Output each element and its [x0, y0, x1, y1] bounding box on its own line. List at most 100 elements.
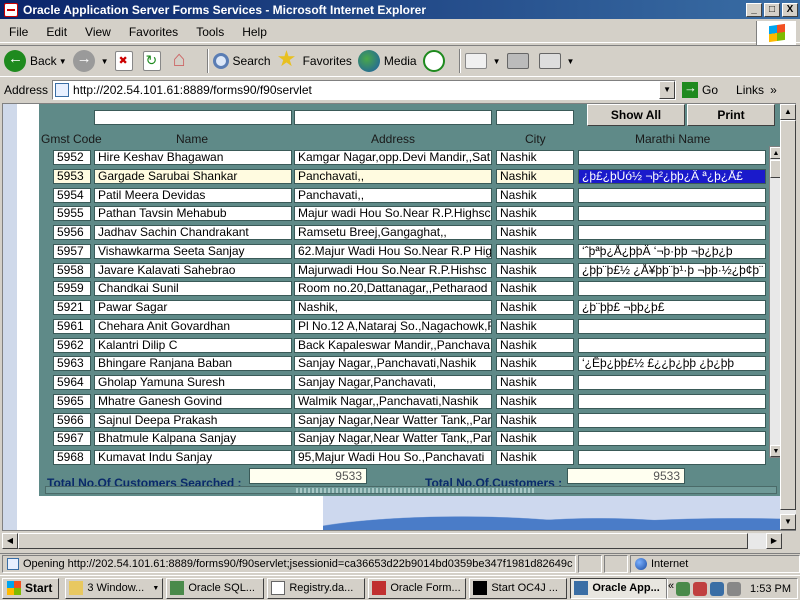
window-vscroll-thumb[interactable] — [780, 120, 796, 510]
scroll-grip[interactable] — [296, 488, 536, 493]
marathi-name-cell[interactable]: ¿þ£¿þÚó½ ¬þ²¿þþ¿Ä ª¿þ¿Å£ — [578, 168, 766, 184]
address-cell[interactable]: Sanjay Nagar,Near Watter Tank,,Par — [294, 431, 492, 447]
table-row[interactable]: 5921 Pawar Sagar Nashik, Nashik ¿þ¨þþ£ ¬þþ¿þ… — [39, 298, 769, 317]
window-scroll-down-icon[interactable]: ▼ — [780, 514, 796, 530]
gmst-code-cell[interactable]: 5965 — [53, 393, 91, 409]
mail-dropdown-icon[interactable]: ▼ — [493, 57, 501, 66]
city-cell[interactable]: Nashik — [496, 393, 574, 409]
table-row[interactable]: 5952 Hire Keshav Bhagawan Kamgar Nagar,opp… — [39, 148, 769, 167]
marathi-name-cell[interactable] — [578, 187, 766, 203]
favorites-button[interactable]: Favorites — [277, 46, 352, 72]
links-chevron-icon[interactable]: » — [770, 83, 777, 97]
menu-view[interactable]: View — [76, 25, 120, 39]
address-cell[interactable]: Nashik, — [294, 300, 492, 315]
print-button[interactable]: Print — [687, 104, 775, 126]
name-cell[interactable]: Chandkai Sunil — [94, 281, 292, 297]
address-url[interactable]: http://202.54.101.61:8889/forms90/f90ser… — [73, 83, 659, 97]
edit-dropdown-icon[interactable]: ▼ — [567, 57, 575, 66]
name-search-input[interactable] — [94, 110, 292, 125]
name-cell[interactable]: Gargade Sarubai Shankar — [94, 168, 292, 184]
address-cell[interactable]: Majurwadi Hou So.Near R.P.Hishsc — [294, 262, 492, 278]
task-windows-folder[interactable]: 3 Window... ▼ — [65, 577, 164, 599]
address-cell[interactable]: Sanjay Nagar,Panchavati, — [294, 375, 492, 390]
table-row[interactable]: 5961 Chehara Anit Govardhan Pl No.12 A,Nat… — [39, 317, 769, 336]
address-cell[interactable]: Majur wadi Hou So.Near R.P.Highsc — [294, 206, 492, 222]
name-cell[interactable]: Bhatmule Kalpana Sanjay — [94, 431, 292, 447]
city-cell[interactable]: Nashik — [496, 168, 574, 184]
table-row[interactable]: 5966 Sajnul Deepa Prakash Sanjay Nagar,Nea… — [39, 411, 769, 430]
task-start-oc4j[interactable]: Start OC4J ... — [469, 577, 568, 599]
address-cell[interactable]: 95,Majur Wadi Hou So.,Panchavati — [294, 450, 492, 465]
marathi-name-cell[interactable]: ‘ˆþªþ¿Å¿þþÄ ‘¬þ·þþ ¬þ¿þ¿þ — [578, 243, 766, 259]
marathi-name-cell[interactable] — [578, 450, 766, 465]
city-search-input[interactable] — [496, 110, 574, 125]
name-cell[interactable]: Hire Keshav Bhagawan — [94, 150, 292, 165]
name-cell[interactable]: Kumavat Indu Sanjay — [94, 450, 292, 465]
gmst-code-cell[interactable]: 5962 — [53, 337, 91, 353]
mail-button[interactable]: ▼ — [464, 53, 501, 69]
gmst-code-cell[interactable]: 5967 — [53, 431, 91, 447]
city-cell[interactable]: Nashik — [496, 225, 574, 240]
tray-network-icon[interactable] — [676, 581, 691, 596]
menu-help[interactable]: Help — [233, 25, 276, 39]
table-row[interactable]: 5958 Javare Kalavati Sahebrao Majurwadi Ho… — [39, 261, 769, 280]
menu-favorites[interactable]: Favorites — [120, 25, 187, 39]
address-cell[interactable]: Pl No.12 A,Nataraj So.,Nagachowk,F — [294, 318, 492, 334]
marathi-name-cell[interactable] — [578, 337, 766, 353]
address-cell[interactable]: Ramsetu Breej,Gangaghat,, — [294, 225, 492, 240]
marathi-name-cell[interactable] — [578, 393, 766, 409]
address-cell[interactable]: Kamgar Nagar,opp.Devi Mandir,,Sat — [294, 150, 492, 165]
menu-tools[interactable]: Tools — [187, 25, 233, 39]
city-cell[interactable]: Nashik — [496, 318, 574, 334]
name-cell[interactable]: Vishawkarma Seeta Sanjay — [94, 243, 292, 259]
city-cell[interactable]: Nashik — [496, 412, 574, 428]
city-cell[interactable]: Nashik — [496, 243, 574, 259]
city-cell[interactable]: Nashik — [496, 281, 574, 297]
table-row[interactable]: 5959 Chandkai Sunil Room no.20,Dattanagar,… — [39, 279, 769, 298]
name-cell[interactable]: Sajnul Deepa Prakash — [94, 412, 292, 428]
gmst-code-cell[interactable]: 5957 — [53, 243, 91, 259]
gmst-code-cell[interactable]: 5921 — [53, 300, 91, 315]
task-registry[interactable]: Registry.da... — [267, 577, 366, 599]
address-cell[interactable]: 62.Majur Wadi Hou So.Near R.P Hig — [294, 243, 492, 259]
stop-button[interactable] — [114, 51, 137, 71]
address-cell[interactable]: Sanjay Nagar,,Panchavati,Nashik — [294, 356, 492, 372]
name-cell[interactable]: Gholap Yamuna Suresh — [94, 375, 292, 390]
task-oracle-forms[interactable]: Oracle Form... — [368, 577, 467, 599]
name-cell[interactable]: Patil Meera Devidas — [94, 187, 292, 203]
city-cell[interactable]: Nashik — [496, 356, 574, 372]
gmst-code-cell[interactable]: 5968 — [53, 450, 91, 465]
table-row[interactable]: 5955 Pathan Tavsin Mehabub Majur wadi Hou … — [39, 204, 769, 223]
back-dropdown-icon[interactable]: ▼ — [59, 57, 67, 66]
name-cell[interactable]: Jadhav Sachin Chandrakant — [94, 225, 292, 240]
links-button[interactable]: Links — [736, 83, 764, 97]
city-cell[interactable]: Nashik — [496, 337, 574, 353]
marathi-name-cell[interactable] — [578, 431, 766, 447]
table-row[interactable]: 5968 Kumavat Indu Sanjay 95,Majur Wadi Hou… — [39, 448, 769, 467]
marathi-name-cell[interactable] — [578, 150, 766, 165]
city-cell[interactable]: Nashik — [496, 187, 574, 203]
menu-file[interactable]: File — [0, 25, 37, 39]
address-cell[interactable]: Walmik Nagar,,Panchavati,Nashik — [294, 393, 492, 409]
maximize-button[interactable]: □ — [764, 2, 780, 17]
marathi-name-cell[interactable] — [578, 281, 766, 297]
table-row[interactable]: 5963 Bhingare Ranjana Baban Sanjay Nagar,,… — [39, 354, 769, 373]
table-row[interactable]: 5953 Gargade Sarubai Shankar Panchavati,, N… — [39, 167, 769, 186]
show-all-button[interactable]: Show All — [587, 104, 685, 126]
address-cell[interactable]: Panchavati,, — [294, 168, 492, 184]
task-oracle-app[interactable]: Oracle App... — [570, 577, 669, 599]
window-hscroll-thumb[interactable] — [18, 533, 748, 549]
address-cell[interactable]: Room no.20,Dattanagar,,Petharaod — [294, 281, 492, 297]
forward-button[interactable]: ▼ — [72, 50, 109, 72]
table-row[interactable]: 5965 Mhatre Ganesh Govind Walmik Nagar,,Pa… — [39, 392, 769, 411]
window-vertical-scrollbar[interactable]: ▲ ▼ — [780, 104, 796, 530]
gmst-code-cell[interactable]: 5958 — [53, 262, 91, 278]
table-row[interactable]: 5964 Gholap Yamuna Suresh Sanjay Nagar,Pan… — [39, 373, 769, 392]
forward-dropdown-icon[interactable]: ▼ — [101, 57, 109, 66]
window-scroll-right-icon[interactable]: ▶ — [766, 533, 782, 549]
clock[interactable]: 1:53 PM — [750, 583, 791, 595]
form-horizontal-scrollbar[interactable] — [45, 486, 777, 494]
gmst-code-cell[interactable]: 5954 — [53, 187, 91, 203]
table-row[interactable]: 5957 Vishawkarma Seeta Sanjay 62.Majur Wad… — [39, 242, 769, 261]
address-search-input[interactable] — [294, 110, 492, 125]
